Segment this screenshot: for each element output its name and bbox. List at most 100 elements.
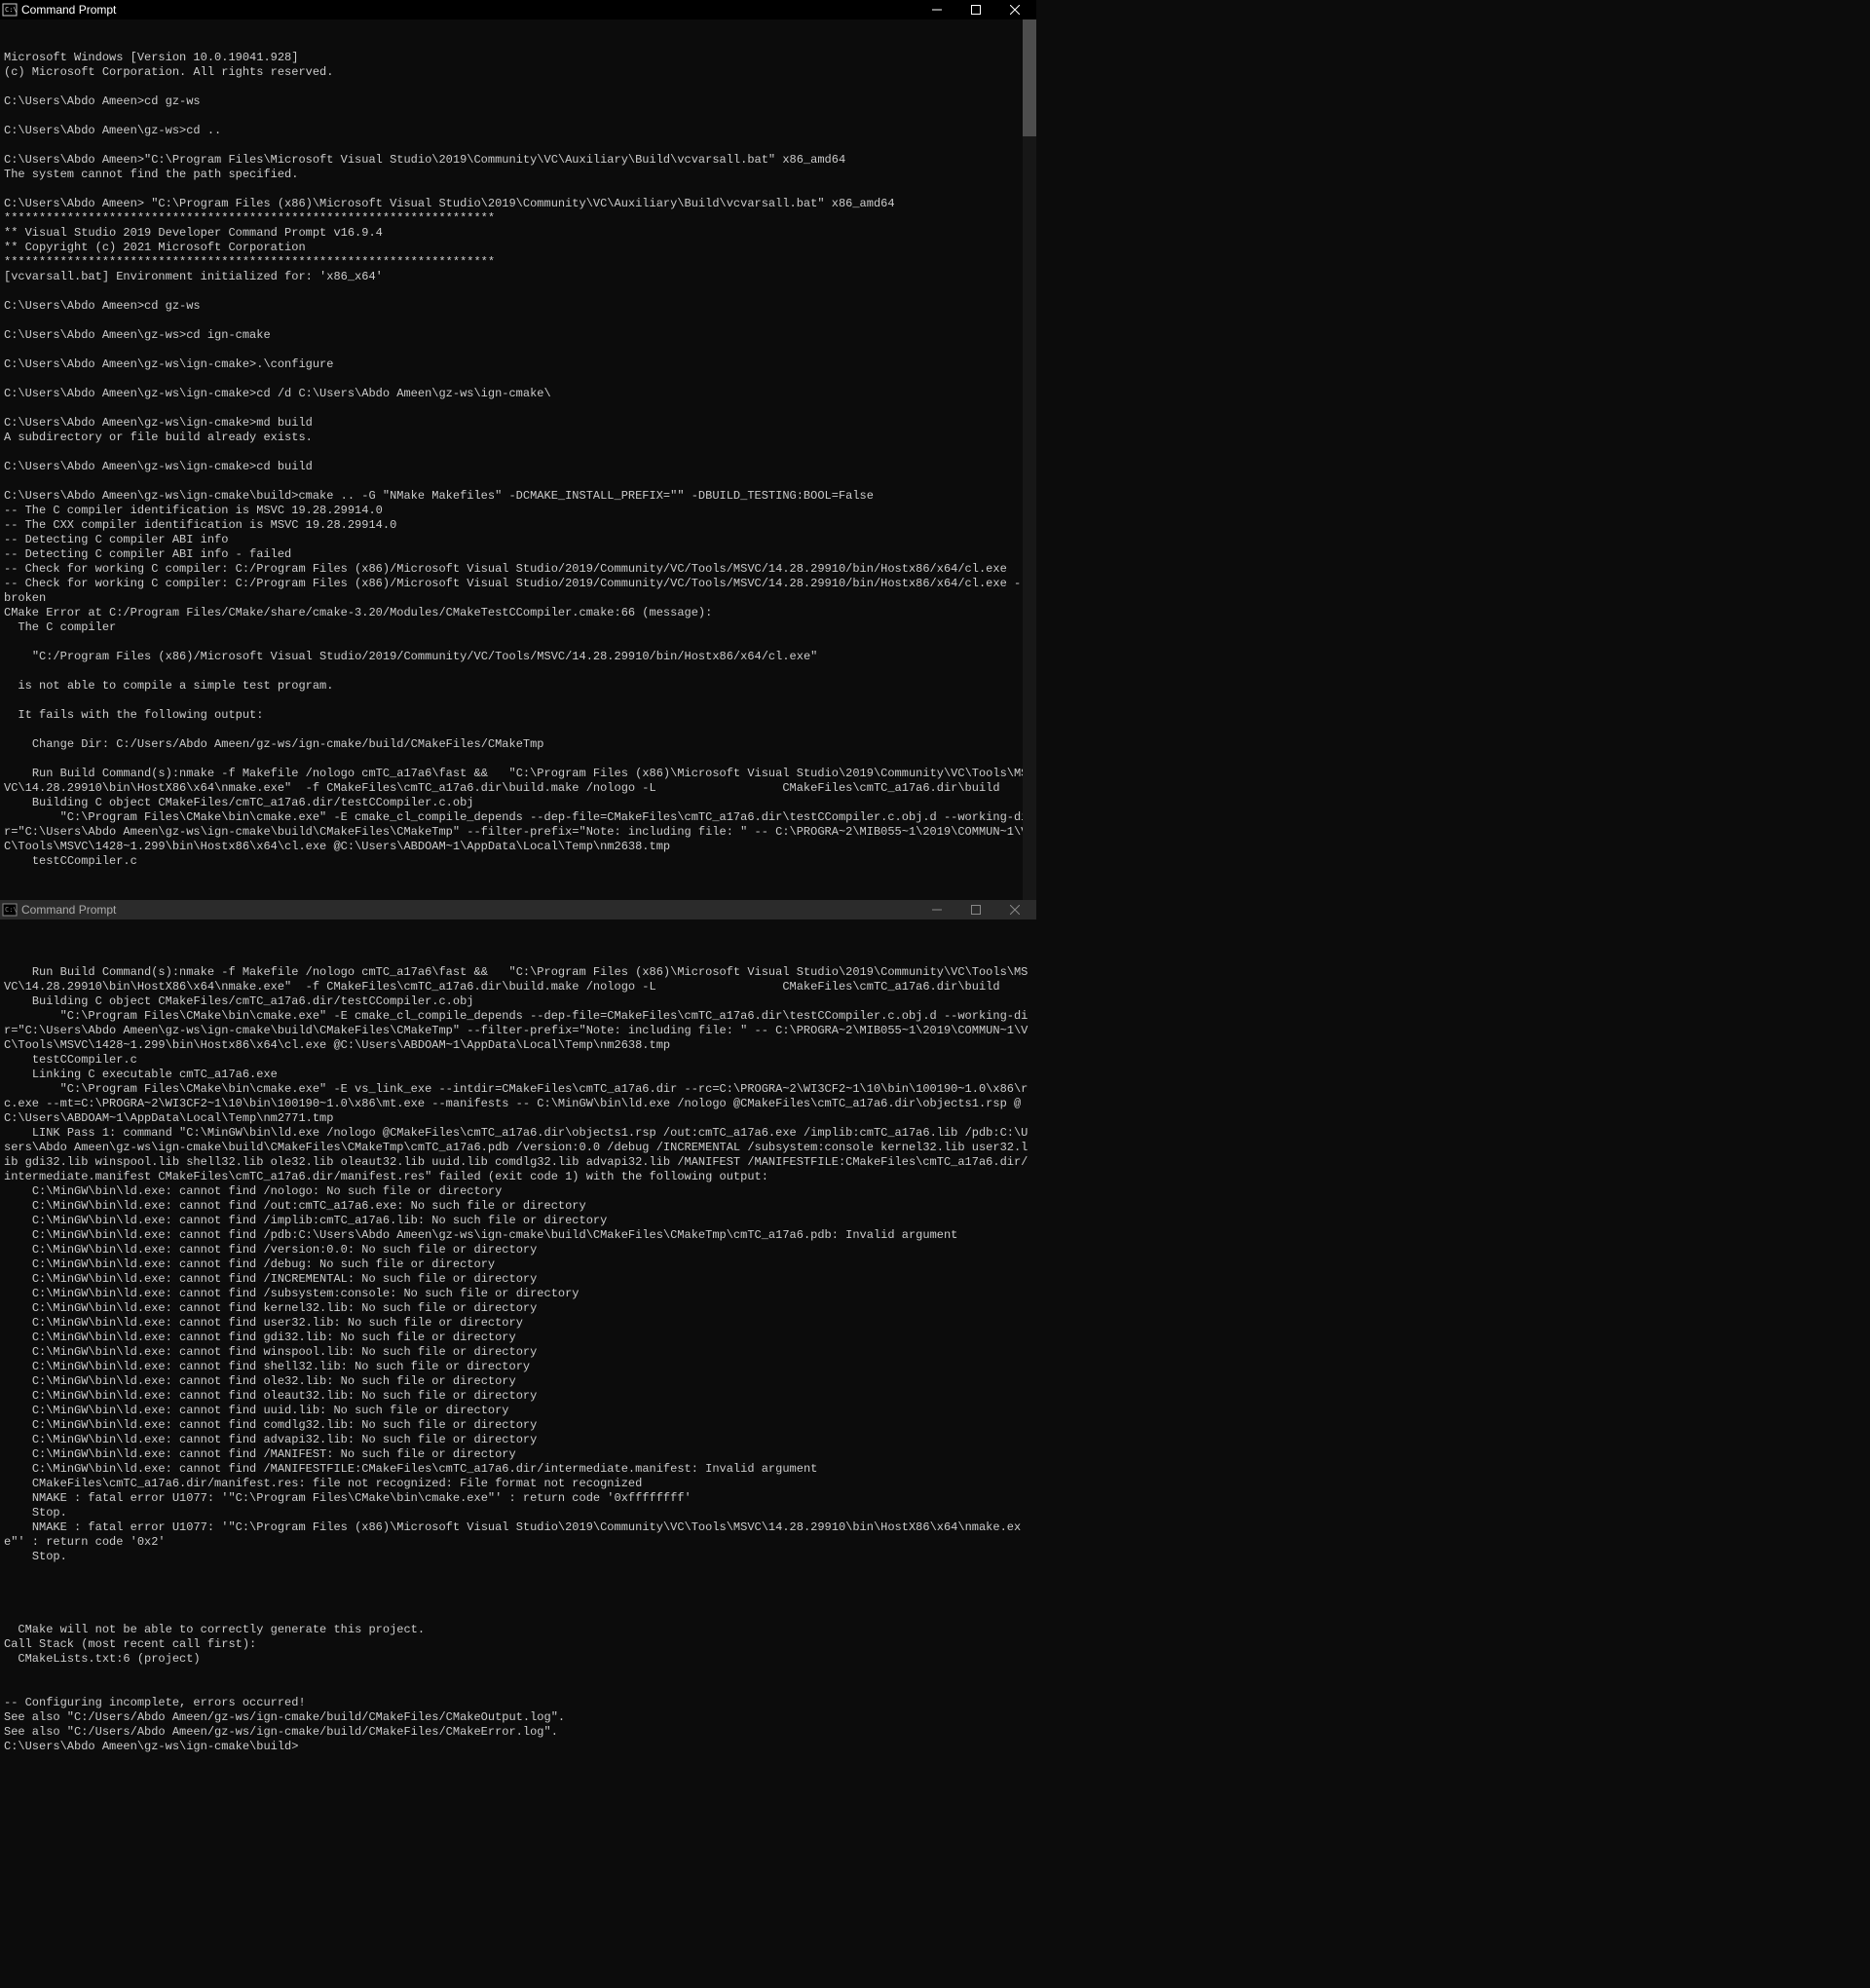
terminal-line: CMakeFiles\cmTC_a17a6.dir/manifest.res: … — [4, 1477, 1032, 1491]
scrollbar-thumb-1[interactable] — [1023, 19, 1036, 136]
terminal-line: C:\Users\Abdo Ameen\gz-ws\ign-cmake>md b… — [4, 416, 1032, 431]
maximize-button[interactable] — [956, 0, 995, 19]
terminal-line: C:\Users\Abdo Ameen\gz-ws\ign-cmake\buil… — [4, 489, 1032, 504]
terminal-line: ****************************************… — [4, 211, 1032, 226]
terminal-line: Stop. — [4, 1550, 1032, 1564]
cmd-icon: C:\ — [2, 902, 18, 918]
terminal-line — [4, 1608, 1032, 1623]
terminal-line: C:\MinGW\bin\ld.exe: cannot find winspoo… — [4, 1345, 1032, 1360]
command-prompt-window-1: C:\ Command Prompt Microsoft Windows [Ve… — [0, 0, 1036, 900]
terminal-line: A subdirectory or file build already exi… — [4, 431, 1032, 445]
terminal-line: ****************************************… — [4, 255, 1032, 270]
terminal-line: C:\Users\Abdo Ameen>"C:\Program Files\Mi… — [4, 153, 1032, 168]
terminal-line: Call Stack (most recent call first): — [4, 1637, 1032, 1652]
terminal-line: Building C object CMakeFiles/cmTC_a17a6.… — [4, 994, 1032, 1009]
terminal-line: Run Build Command(s):nmake -f Makefile /… — [4, 965, 1032, 994]
terminal-line: "C:\Program Files\CMake\bin\cmake.exe" -… — [4, 1009, 1032, 1053]
terminal-line — [4, 372, 1032, 387]
terminal-line — [4, 1579, 1032, 1594]
terminal-line: C:\MinGW\bin\ld.exe: cannot find kernel3… — [4, 1301, 1032, 1316]
terminal-line: C:\Users\Abdo Ameen\gz-ws\ign-cmake>.\co… — [4, 357, 1032, 372]
terminal-line: "C:/Program Files (x86)/Microsoft Visual… — [4, 650, 1032, 664]
terminal-line: Stop. — [4, 1506, 1032, 1520]
terminal-line: C:\MinGW\bin\ld.exe: cannot find shell32… — [4, 1360, 1032, 1374]
terminal-line: Run Build Command(s):nmake -f Makefile /… — [4, 767, 1032, 796]
terminal-line: -- Detecting C compiler ABI info — [4, 533, 1032, 547]
terminal-line: C:\MinGW\bin\ld.exe: cannot find /out:cm… — [4, 1199, 1032, 1214]
terminal-line — [4, 752, 1032, 767]
terminal-output-1[interactable]: Microsoft Windows [Version 10.0.19041.92… — [0, 19, 1036, 900]
titlebar-2[interactable]: C:\ Command Prompt — [0, 900, 1036, 919]
terminal-line: C:\MinGW\bin\ld.exe: cannot find /debug:… — [4, 1257, 1032, 1272]
terminal-line — [4, 951, 1032, 965]
terminal-line: CMakeLists.txt:6 (project) — [4, 1652, 1032, 1667]
terminal-line: C:\MinGW\bin\ld.exe: cannot find /implib… — [4, 1214, 1032, 1228]
terminal-line — [4, 1594, 1032, 1608]
svg-text:C:\: C:\ — [5, 906, 18, 914]
terminal-line: -- Check for working C compiler: C:/Prog… — [4, 562, 1032, 577]
terminal-line: C:\MinGW\bin\ld.exe: cannot find gdi32.l… — [4, 1331, 1032, 1345]
window-controls-2 — [917, 900, 1034, 919]
minimize-button[interactable] — [917, 900, 956, 919]
terminal-line: C:\MinGW\bin\ld.exe: cannot find /INCREM… — [4, 1272, 1032, 1287]
terminal-line: -- Check for working C compiler: C:/Prog… — [4, 577, 1032, 606]
terminal-line: [vcvarsall.bat] Environment initialized … — [4, 270, 1032, 284]
scrollbar-1[interactable] — [1023, 19, 1036, 900]
terminal-line: testCCompiler.c — [4, 854, 1032, 869]
terminal-line: C:\Users\Abdo Ameen\gz-ws\ign-cmake>cd b… — [4, 460, 1032, 474]
titlebar-1[interactable]: C:\ Command Prompt — [0, 0, 1036, 19]
terminal-line: C:\Users\Abdo Ameen>cd gz-ws — [4, 299, 1032, 314]
terminal-line — [4, 474, 1032, 489]
terminal-line: is not able to compile a simple test pro… — [4, 679, 1032, 694]
close-button[interactable] — [995, 900, 1034, 919]
terminal-line: ** Copyright (c) 2021 Microsoft Corporat… — [4, 241, 1032, 255]
terminal-line: Linking C executable cmTC_a17a6.exe — [4, 1068, 1032, 1082]
terminal-line: Change Dir: C:/Users/Abdo Ameen/gz-ws/ig… — [4, 737, 1032, 752]
terminal-line — [4, 343, 1032, 357]
terminal-line: C:\MinGW\bin\ld.exe: cannot find uuid.li… — [4, 1404, 1032, 1418]
terminal-line: See also "C:/Users/Abdo Ameen/gz-ws/ign-… — [4, 1725, 1032, 1740]
maximize-button[interactable] — [956, 900, 995, 919]
window-title-2: Command Prompt — [21, 903, 917, 917]
window-controls-1 — [917, 0, 1034, 19]
terminal-line: ** Visual Studio 2019 Developer Command … — [4, 226, 1032, 241]
terminal-line: CMake Error at C:/Program Files/CMake/sh… — [4, 606, 1032, 620]
terminal-line: C:\Users\Abdo Ameen>cd gz-ws — [4, 94, 1032, 109]
terminal-line: (c) Microsoft Corporation. All rights re… — [4, 65, 1032, 80]
terminal-line: "C:\Program Files\CMake\bin\cmake.exe" -… — [4, 810, 1032, 854]
terminal-line — [4, 80, 1032, 94]
terminal-line: C:\Users\Abdo Ameen\gz-ws>cd ign-cmake — [4, 328, 1032, 343]
terminal-output-2[interactable]: Run Build Command(s):nmake -f Makefile /… — [0, 919, 1036, 1756]
terminal-line: testCCompiler.c — [4, 1053, 1032, 1068]
terminal-line: C:\MinGW\bin\ld.exe: cannot find ole32.l… — [4, 1374, 1032, 1389]
terminal-line — [4, 109, 1032, 124]
terminal-line — [4, 445, 1032, 460]
command-prompt-window-2: C:\ Command Prompt Run Build Command(s):… — [0, 900, 1036, 1756]
terminal-line — [4, 314, 1032, 328]
terminal-line: -- Detecting C compiler ABI info - faile… — [4, 547, 1032, 562]
terminal-line: C:\MinGW\bin\ld.exe: cannot find /nologo… — [4, 1184, 1032, 1199]
terminal-line: C:\MinGW\bin\ld.exe: cannot find oleaut3… — [4, 1389, 1032, 1404]
svg-text:C:\: C:\ — [5, 6, 18, 14]
terminal-line: The C compiler — [4, 620, 1032, 635]
window-title-1: Command Prompt — [21, 3, 917, 17]
terminal-line — [4, 694, 1032, 708]
terminal-line: C:\MinGW\bin\ld.exe: cannot find /MANIFE… — [4, 1447, 1032, 1462]
terminal-line: C:\MinGW\bin\ld.exe: cannot find /pdb:C:… — [4, 1228, 1032, 1243]
terminal-line — [4, 1681, 1032, 1696]
terminal-line — [4, 284, 1032, 299]
terminal-line — [4, 635, 1032, 650]
terminal-line — [4, 182, 1032, 197]
terminal-line: C:\Users\Abdo Ameen\gz-ws\ign-cmake\buil… — [4, 1740, 1032, 1754]
terminal-line: NMAKE : fatal error U1077: '"C:\Program … — [4, 1491, 1032, 1506]
terminal-line: C:\Users\Abdo Ameen> "C:\Program Files (… — [4, 197, 1032, 211]
terminal-line: The system cannot find the path specifie… — [4, 168, 1032, 182]
terminal-line: C:\MinGW\bin\ld.exe: cannot find /MANIFE… — [4, 1462, 1032, 1477]
terminal-line: C:\MinGW\bin\ld.exe: cannot find comdlg3… — [4, 1418, 1032, 1433]
close-button[interactable] — [995, 0, 1034, 19]
minimize-button[interactable] — [917, 0, 956, 19]
cmd-icon: C:\ — [2, 2, 18, 18]
terminal-line: C:\MinGW\bin\ld.exe: cannot find advapi3… — [4, 1433, 1032, 1447]
terminal-line: NMAKE : fatal error U1077: '"C:\Program … — [4, 1520, 1032, 1550]
terminal-line — [4, 1564, 1032, 1579]
